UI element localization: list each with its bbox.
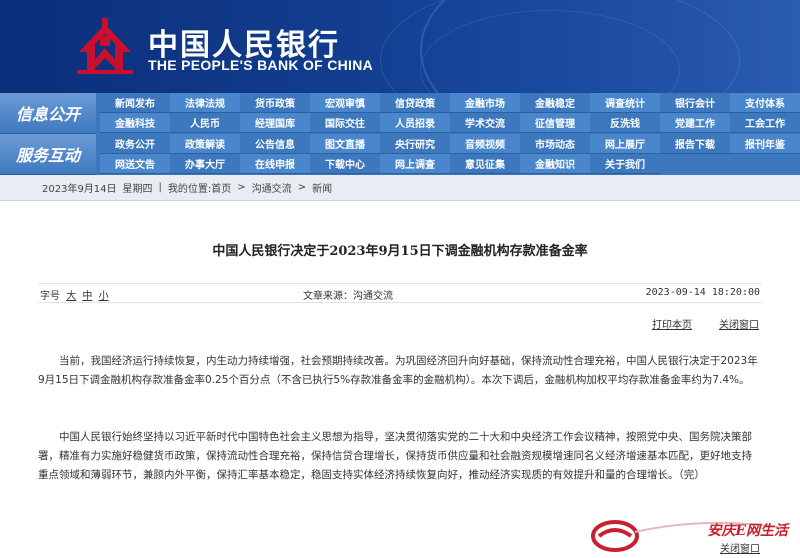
nav-item[interactable]: 银行会计 bbox=[660, 93, 730, 113]
nav-item[interactable]: 宏观审慎 bbox=[310, 93, 380, 113]
breadcrumb-level1[interactable]: 沟通交流 bbox=[252, 180, 292, 195]
font-size-small[interactable]: 小 bbox=[99, 291, 109, 302]
nav-section-label[interactable]: 信息公开 bbox=[0, 93, 96, 134]
location-label: 我的位置: bbox=[167, 184, 212, 195]
current-weekday: 星期四 bbox=[122, 184, 153, 195]
article-info-bar: 字号 大 中 小 文章来源：沟通交流 2023-09-14 18:20:00 bbox=[38, 283, 762, 303]
nav-row: 政务公开 政策解读 公告信息 图文直播 央行研究 音频视频 市场动态 网上展厅 … bbox=[100, 134, 800, 154]
nav-item[interactable]: 关于我们 bbox=[590, 154, 660, 174]
paragraph-1: 当前，我国经济运行持续恢复，内生动力持续增强，社会预期持续改善。为巩固经济回升向… bbox=[38, 355, 758, 386]
article-source: 文章来源：沟通交流 bbox=[303, 291, 393, 302]
nav-row: 新闻发布 法律法规 货币政策 宏观审慎 信贷政策 金融市场 金融稳定 调查统计 … bbox=[100, 93, 800, 113]
nav-item[interactable]: 网上展厅 bbox=[590, 134, 660, 154]
breadcrumb: 2023年9月14日 星期四 | 我的位置: 首页 > 沟通交流 > 新闻 bbox=[0, 175, 800, 201]
nav-item[interactable]: 金融科技 bbox=[100, 113, 170, 133]
nav-item[interactable]: 网送文告 bbox=[100, 154, 170, 174]
separator: | bbox=[158, 182, 162, 193]
watermark-text: 安庆E网生活 bbox=[707, 523, 788, 539]
nav-item[interactable]: 音频视频 bbox=[450, 134, 520, 154]
breadcrumb-level2[interactable]: 新闻 bbox=[312, 180, 332, 195]
nav-item[interactable]: 法律法规 bbox=[170, 93, 240, 113]
nav-item[interactable]: 政务公开 bbox=[100, 134, 170, 154]
breadcrumb-separator: > bbox=[297, 182, 307, 193]
nav-item[interactable]: 在线申报 bbox=[240, 154, 310, 174]
nav-item[interactable]: 意见征集 bbox=[450, 154, 520, 174]
nav-item[interactable]: 图文直播 bbox=[310, 134, 380, 154]
breadcrumb-home[interactable]: 首页 bbox=[211, 180, 231, 195]
nav-item[interactable]: 报告下载 bbox=[660, 134, 730, 154]
nav-item[interactable]: 政策解读 bbox=[170, 134, 240, 154]
site-banner: 中国人民银行 THE PEOPLE'S BANK OF CHINA bbox=[0, 0, 800, 93]
font-size-large[interactable]: 大 bbox=[66, 291, 76, 302]
nav-item[interactable]: 报刊年鉴 bbox=[730, 134, 800, 154]
bank-name-en: THE PEOPLE'S BANK OF CHINA bbox=[148, 57, 374, 73]
nav-item[interactable]: 办事大厅 bbox=[170, 154, 240, 174]
print-page-link[interactable]: 打印本页 bbox=[652, 316, 692, 331]
nav-item[interactable]: 新闻发布 bbox=[100, 93, 170, 113]
nav-item[interactable]: 国际交往 bbox=[310, 113, 380, 133]
nav-row: 网送文告 办事大厅 在线申报 下载中心 网上调查 意见征集 金融知识 关于我们 bbox=[100, 154, 800, 174]
nav-item[interactable]: 人员招录 bbox=[380, 113, 450, 133]
nav-item[interactable]: 信贷政策 bbox=[380, 93, 450, 113]
nav-item[interactable]: 学术交流 bbox=[450, 113, 520, 133]
nav-item[interactable]: 货币政策 bbox=[240, 93, 310, 113]
font-size-controls: 字号 大 中 小 bbox=[40, 287, 109, 302]
nav-item[interactable]: 调查统计 bbox=[590, 93, 660, 113]
nav-item[interactable]: 支付体系 bbox=[730, 93, 800, 113]
nav-item[interactable]: 工会工作 bbox=[730, 113, 800, 133]
nav-item[interactable]: 经理国库 bbox=[240, 113, 310, 133]
main-navigation: 信息公开 服务互动 新闻发布 法律法规 货币政策 宏观审慎 信贷政策 金融市场 … bbox=[0, 93, 800, 175]
breadcrumb-separator: > bbox=[237, 182, 246, 193]
article-paragraph: 中国人民银行始终坚持以习近平新时代中国特色社会主义思想为指导，坚决贯彻落实党的二… bbox=[38, 428, 762, 485]
close-window-link-bottom[interactable]: 关闭窗口 bbox=[720, 540, 760, 555]
nav-item[interactable]: 市场动态 bbox=[520, 134, 590, 154]
article-title: 中国人民银行决定于2023年9月15日下调金融机构存款准备金率 bbox=[212, 244, 588, 259]
nav-row: 金融科技 人民币 经理国库 国际交往 人员招录 学术交流 征信管理 反洗钱 党建… bbox=[100, 113, 800, 133]
current-date: 2023年9月14日 bbox=[42, 184, 117, 195]
font-size-label: 字号 bbox=[40, 291, 60, 302]
nav-item[interactable]: 人民币 bbox=[170, 113, 240, 133]
nav-item[interactable]: 下载中心 bbox=[310, 154, 380, 174]
article-paragraph: 当前，我国经济运行持续恢复，内生动力持续增强，社会预期持续改善。为巩固经济回升向… bbox=[38, 352, 762, 390]
nav-item[interactable]: 网上调查 bbox=[380, 154, 450, 174]
nav-item[interactable]: 金融稳定 bbox=[520, 93, 590, 113]
nav-item[interactable]: 反洗钱 bbox=[590, 113, 660, 133]
nav-item[interactable]: 金融市场 bbox=[450, 93, 520, 113]
paragraph-2: 中国人民银行始终坚持以习近平新时代中国特色社会主义思想为指导，坚决贯彻落实党的二… bbox=[38, 431, 752, 481]
nav-item[interactable]: 公告信息 bbox=[240, 134, 310, 154]
nav-item[interactable]: 征信管理 bbox=[520, 113, 590, 133]
nav-item[interactable]: 金融知识 bbox=[520, 154, 590, 174]
nav-item[interactable]: 党建工作 bbox=[660, 113, 730, 133]
nav-section-label[interactable]: 服务互动 bbox=[0, 134, 96, 175]
article-datetime: 2023-09-14 18:20:00 bbox=[645, 287, 760, 298]
nav-item[interactable]: 央行研究 bbox=[380, 134, 450, 154]
pboc-logo-icon[interactable] bbox=[73, 14, 137, 78]
close-window-link[interactable]: 关闭窗口 bbox=[719, 316, 759, 331]
font-size-medium[interactable]: 中 bbox=[82, 291, 92, 302]
